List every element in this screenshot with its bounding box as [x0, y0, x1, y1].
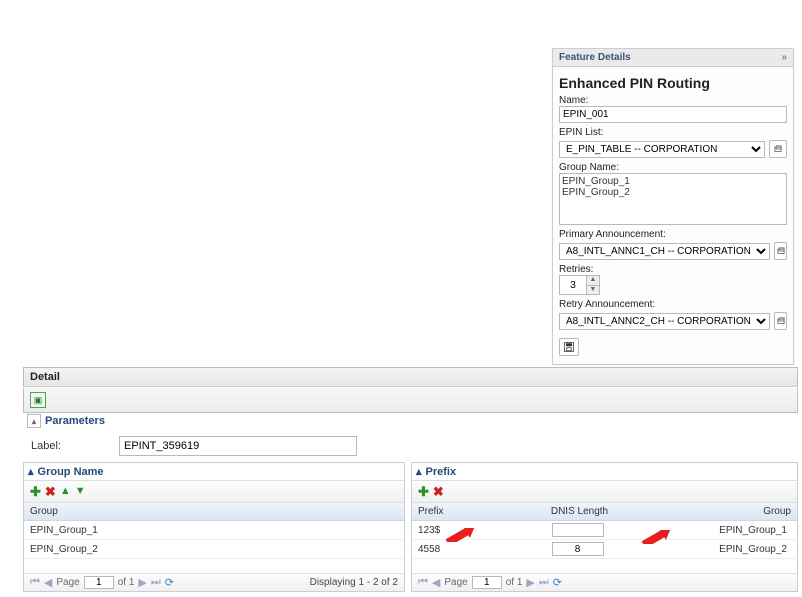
group-name-panel: ▴ Group Name ✚ ✖ ▲ ▼ Group EPIN_Group_1 …: [23, 462, 405, 592]
groupname-label: Group Name:: [559, 162, 787, 173]
prefix-toolbar: ✚ ✖: [412, 481, 797, 503]
group-rows: EPIN_Group_1 EPIN_Group_2: [24, 521, 404, 573]
page-last-icon[interactable]: ⏭: [151, 576, 161, 589]
lower-panels: ▴ Group Name ✚ ✖ ▲ ▼ Group EPIN_Group_1 …: [23, 462, 798, 592]
groupname-item[interactable]: EPIN_Group_2: [562, 187, 784, 198]
table-row[interactable]: 123$ EPIN_Group_1: [412, 521, 797, 540]
retry-ann-browse-icon[interactable]: [774, 312, 787, 330]
page-number-input[interactable]: [84, 576, 114, 589]
group-panel-title: Group Name: [38, 466, 104, 478]
page-prev-icon[interactable]: ◀: [44, 576, 52, 589]
group-toolbar: ✚ ✖ ▲ ▼: [24, 481, 404, 503]
save-button[interactable]: [559, 338, 579, 356]
dnis-length-input[interactable]: [552, 542, 604, 556]
feature-details-panel: Feature Details » Enhanced PIN Routing N…: [552, 48, 794, 365]
page-next-icon[interactable]: ▶: [526, 576, 534, 589]
primary-ann-browse-icon[interactable]: [774, 242, 787, 260]
parameters-section: ▴ Parameters Label:: [23, 414, 798, 466]
dnis-length-input[interactable]: [552, 523, 604, 537]
retries-spinner[interactable]: ▲ ▼: [559, 275, 600, 295]
epinlist-select[interactable]: E_PIN_TABLE -- CORPORATION: [559, 141, 765, 158]
add-icon[interactable]: ✚: [30, 485, 41, 498]
feature-details-titlebar: Feature Details »: [553, 49, 793, 67]
table-row[interactable]: 4558 EPIN_Group_2: [412, 540, 797, 559]
delete-icon[interactable]: ✖: [433, 485, 444, 498]
prefix-cell-group: EPIN_Group_2: [677, 544, 791, 555]
detail-toolbar: ▣: [23, 388, 798, 413]
move-down-icon[interactable]: ▼: [75, 485, 86, 498]
group-column-header: Group: [24, 503, 404, 521]
add-icon[interactable]: ✚: [418, 485, 429, 498]
close-icon[interactable]: »: [781, 52, 787, 63]
refresh-icon[interactable]: ⟳: [553, 576, 562, 589]
page-prev-icon[interactable]: ◀: [432, 576, 440, 589]
retry-ann-select[interactable]: A8_INTL_ANNC2_CH -- CORPORATION: [559, 313, 770, 330]
groupname-item[interactable]: EPIN_Group_1: [562, 176, 784, 187]
group-paging: ⏮ ◀ Page of 1 ▶ ⏭ ⟳ Displaying 1 - 2 of …: [24, 573, 404, 591]
label-input[interactable]: [119, 436, 357, 456]
page-first-icon[interactable]: ⏮: [30, 576, 40, 589]
prefix-cell-prefix: 4558: [418, 544, 478, 555]
epinlist-label: EPIN List:: [559, 127, 787, 138]
retries-down-icon[interactable]: ▼: [586, 285, 599, 295]
feature-details-title: Feature Details: [559, 52, 631, 63]
table-row[interactable]: EPIN_Group_1: [24, 521, 404, 540]
delete-icon[interactable]: ✖: [45, 485, 56, 498]
parameters-title: Parameters: [45, 415, 105, 427]
page-first-icon[interactable]: ⏮: [418, 576, 428, 589]
primary-ann-label: Primary Announcement:: [559, 229, 787, 240]
parameters-collapse-icon[interactable]: ▴: [27, 414, 41, 428]
group-collapse-icon[interactable]: ▴: [28, 465, 34, 478]
refresh-icon[interactable]: ⟳: [165, 576, 174, 589]
detail-action-icon[interactable]: ▣: [30, 392, 46, 408]
prefix-panel-title: Prefix: [426, 466, 457, 478]
retries-up-icon[interactable]: ▲: [586, 276, 599, 285]
epinlist-browse-icon[interactable]: [769, 140, 787, 158]
group-display-count: Displaying 1 - 2 of 2: [310, 577, 398, 588]
prefix-rows: 123$ EPIN_Group_1 4558 EPIN_Group_2: [412, 521, 797, 573]
prefix-col-group: Group: [675, 503, 797, 520]
page-last-icon[interactable]: ⏭: [539, 576, 549, 589]
retries-label: Retries:: [559, 264, 787, 275]
prefix-paging: ⏮ ◀ Page of 1 ▶ ⏭ ⟳: [412, 573, 797, 591]
groupname-list[interactable]: EPIN_Group_1 EPIN_Group_2: [559, 173, 787, 225]
group-col-group: Group: [24, 503, 404, 520]
prefix-col-prefix: Prefix: [412, 503, 484, 520]
page-word: Page: [444, 577, 467, 588]
prefix-col-dnis: DNIS Length: [484, 503, 675, 520]
page-of: of 1: [506, 577, 523, 588]
page-next-icon[interactable]: ▶: [138, 576, 146, 589]
prefix-cell-group: EPIN_Group_1: [677, 525, 791, 536]
page-of: of 1: [118, 577, 135, 588]
retries-input[interactable]: [560, 276, 586, 294]
feature-heading: Enhanced PIN Routing: [559, 75, 787, 91]
page-number-input[interactable]: [472, 576, 502, 589]
feature-details-body: Enhanced PIN Routing Name: EPIN List: E_…: [553, 67, 793, 364]
detail-title: Detail: [30, 371, 60, 383]
label-label: Label:: [31, 440, 101, 452]
retry-ann-label: Retry Announcement:: [559, 299, 787, 310]
group-cell: EPIN_Group_2: [30, 544, 398, 555]
group-cell: EPIN_Group_1: [30, 525, 398, 536]
prefix-collapse-icon[interactable]: ▴: [416, 465, 422, 478]
move-up-icon[interactable]: ▲: [60, 485, 71, 498]
name-input[interactable]: [559, 106, 787, 123]
table-row[interactable]: EPIN_Group_2: [24, 540, 404, 559]
prefix-cell-prefix: 123$: [418, 525, 478, 536]
prefix-column-header: Prefix DNIS Length Group: [412, 503, 797, 521]
page-word: Page: [56, 577, 79, 588]
prefix-panel: ▴ Prefix ✚ ✖ Prefix DNIS Length Group 12…: [411, 462, 798, 592]
primary-ann-select[interactable]: A8_INTL_ANNC1_CH -- CORPORATION: [559, 243, 770, 260]
detail-header: Detail: [23, 367, 798, 387]
name-label: Name:: [559, 95, 787, 106]
